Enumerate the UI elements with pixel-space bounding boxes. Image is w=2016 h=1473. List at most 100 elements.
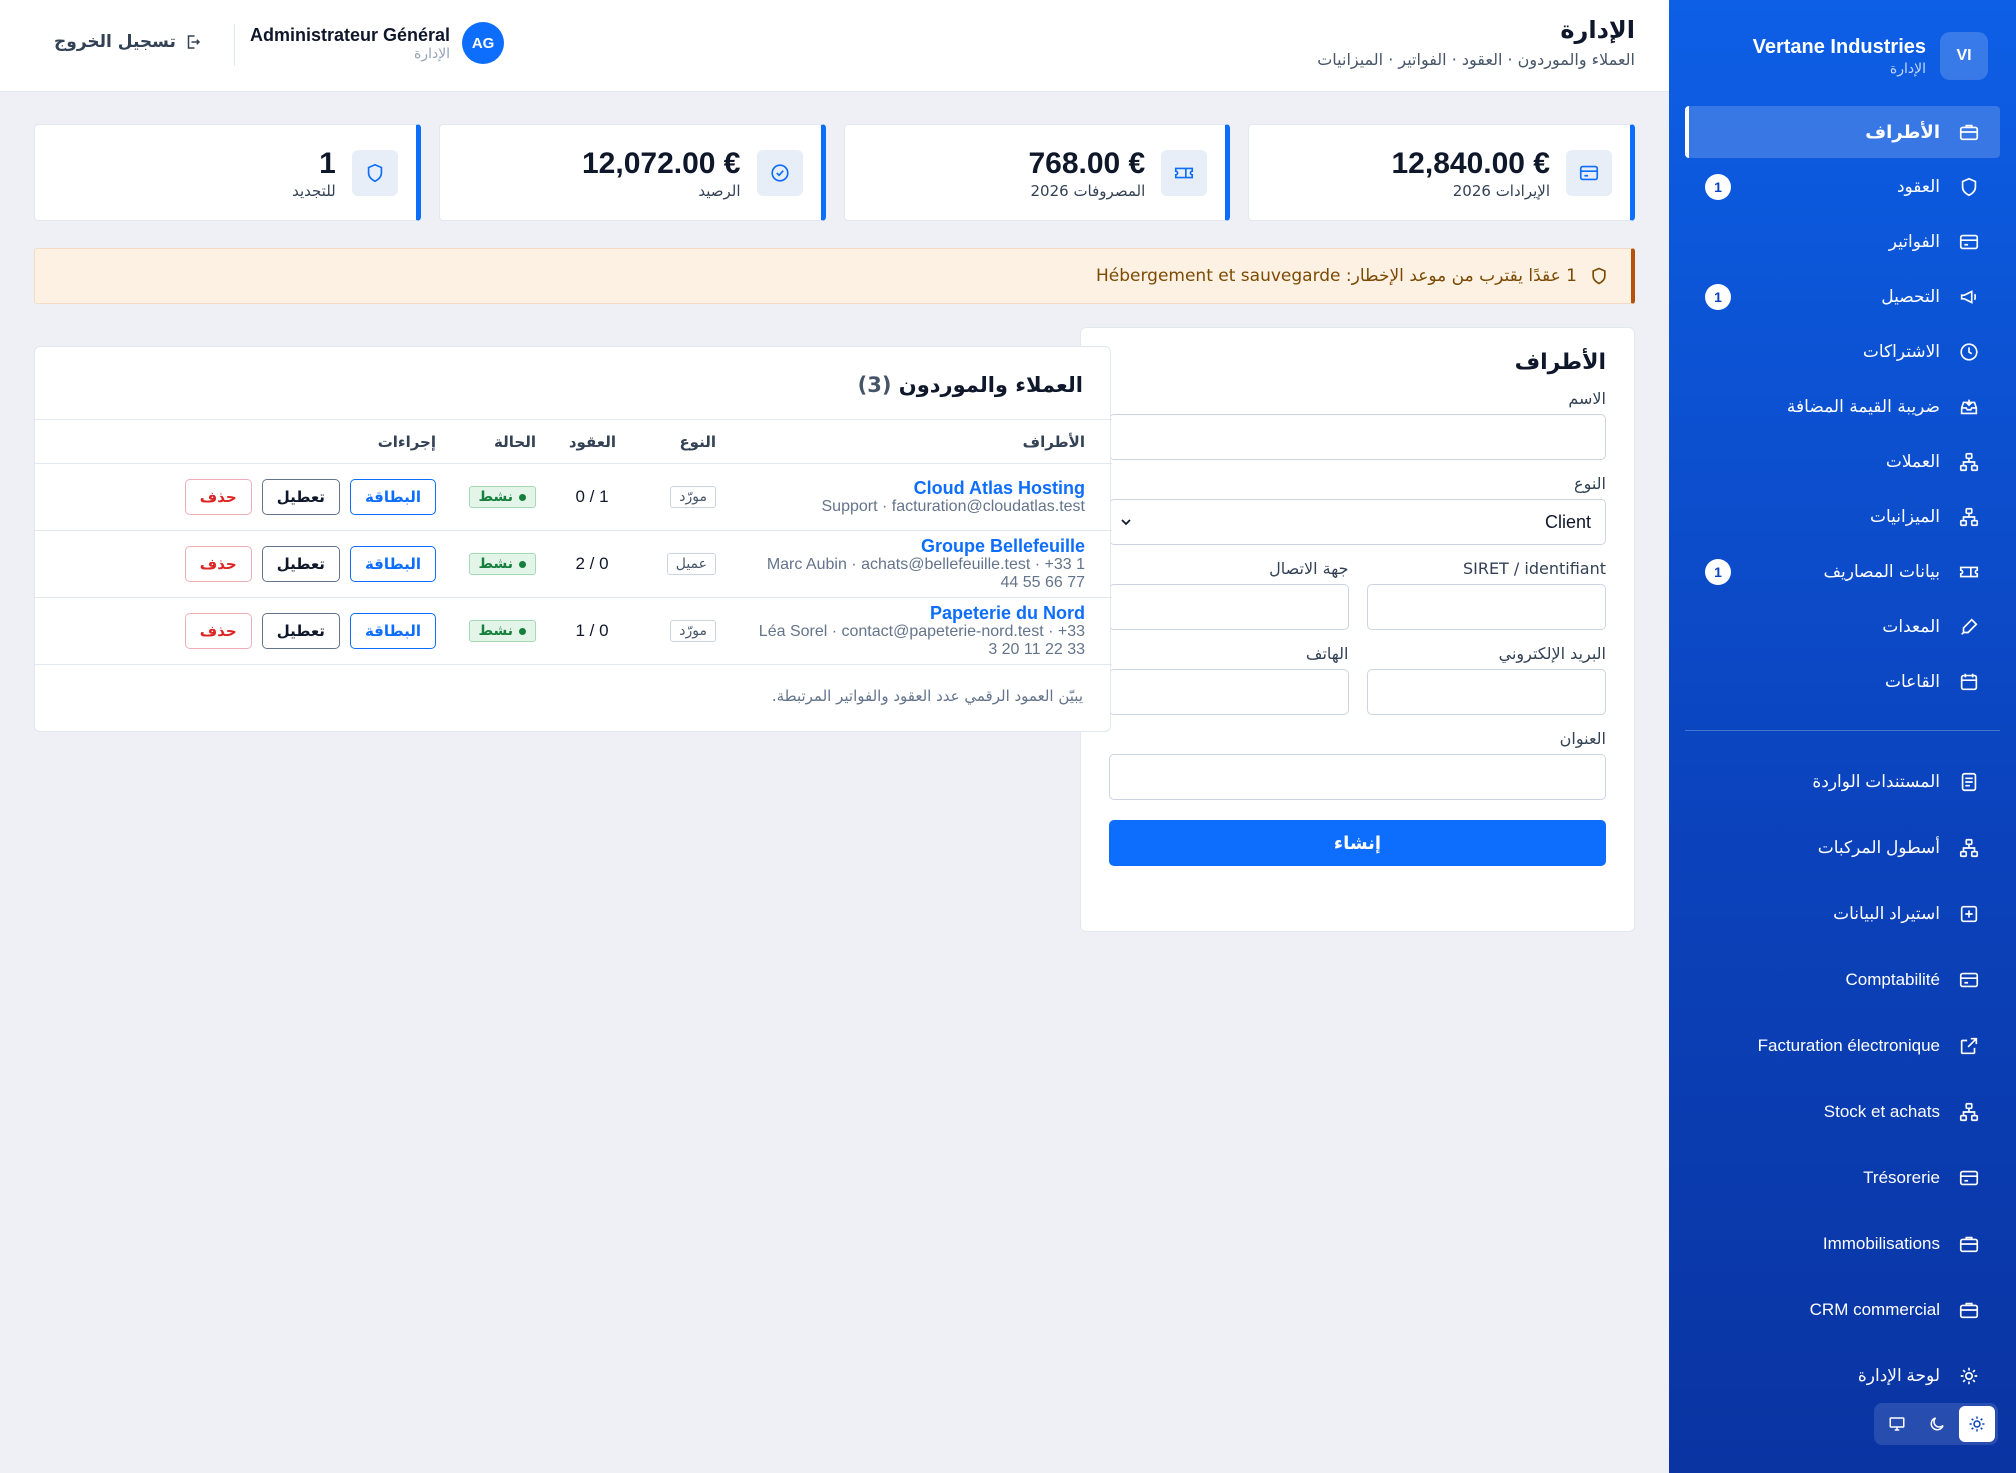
disable-button[interactable]: تعطيل xyxy=(261,546,340,582)
create-button[interactable]: إنشاء xyxy=(1109,820,1606,866)
stat-label: الرصيد xyxy=(698,181,741,200)
type-select[interactable]: Client xyxy=(1109,499,1606,545)
siret-input[interactable] xyxy=(1366,584,1606,630)
sidebar-item-subscriptions[interactable]: الاشتراكات xyxy=(1685,326,2000,378)
header-divider xyxy=(234,24,235,66)
address-label: العنوان xyxy=(1559,729,1606,748)
user-role: الإدارة xyxy=(413,45,451,62)
contact-label: جهة الاتصال xyxy=(1269,559,1349,578)
party-name-link[interactable]: Cloud Atlas Hosting xyxy=(748,478,1085,498)
sidebar-item-fixed-assets[interactable]: Immobilisations xyxy=(1685,1215,2000,1273)
delete-button[interactable]: حذف xyxy=(184,479,252,515)
party-form: الأطراف الاسم النوع Client SIRET / ident… xyxy=(1080,327,1635,932)
breadcrumb: العملاء والموردون · العقود · الفواتير · … xyxy=(1317,50,1635,69)
phone-label: الهاتف xyxy=(1305,644,1349,663)
table-footnote: يبيّن العمود الرقمي عدد العقود والفواتير… xyxy=(771,687,1083,705)
sidebar-item-incoming-docs[interactable]: المستندات الواردة xyxy=(1685,753,2000,811)
card-button[interactable]: البطاقة xyxy=(349,479,436,515)
type-select-value: Client xyxy=(1544,511,1591,532)
avatar: AG xyxy=(462,22,505,64)
network-icon xyxy=(1959,838,1979,858)
stat-cards: € 12,840.00 الإيرادات 2026 € 768.00 المص… xyxy=(34,124,1635,221)
sidebar-item-e-invoicing[interactable]: Facturation électronique xyxy=(1685,1017,2000,1075)
status-badge: نشط xyxy=(468,620,536,643)
brand[interactable]: VI Vertane Industries الإدارة xyxy=(1669,0,2016,84)
party-meta: Support · facturation@cloudatlas.test xyxy=(821,498,1086,515)
shield-icon xyxy=(367,163,382,182)
status-text: نشط xyxy=(478,489,514,506)
sidebar-item-accounting[interactable]: Comptabilité xyxy=(1685,951,2000,1009)
sidebar-item-label: Comptabilité xyxy=(1845,970,1941,989)
sidebar-item-collections[interactable]: التحصيل 1 xyxy=(1685,271,2000,323)
briefcase-icon xyxy=(1959,124,1979,141)
network-icon xyxy=(1959,507,1979,527)
name-label: الاسم xyxy=(1568,389,1606,408)
alert-text: 1 عقدًا يقترب من موعد الإخطار: Hébergeme… xyxy=(1095,266,1577,286)
contact-field: جهة الاتصال xyxy=(1109,559,1349,630)
theme-light-button[interactable] xyxy=(1959,1406,1995,1442)
network-icon xyxy=(1959,452,1979,472)
table-title-text: العملاء والموردون xyxy=(898,373,1083,397)
sidebar-item-import[interactable]: استيراد البيانات xyxy=(1685,885,2000,943)
stat-label: للتجديد xyxy=(292,181,336,200)
address-input[interactable] xyxy=(1109,754,1606,800)
sidebar-item-label: استيراد البيانات xyxy=(1833,904,1940,923)
status-badge: نشط xyxy=(468,553,536,576)
name-input[interactable] xyxy=(1109,414,1606,460)
sidebar-divider xyxy=(1685,730,2000,731)
card-icon xyxy=(1959,1170,1979,1186)
sidebar-item-label: المستندات الواردة xyxy=(1812,772,1940,791)
sidebar-item-vat[interactable]: ضريبة القيمة المضافة xyxy=(1685,381,2000,433)
stat-label: المصروفات 2026 xyxy=(1030,181,1146,200)
sidebar-item-expenses[interactable]: بيانات المصاريف 1 xyxy=(1685,546,2000,598)
card-icon xyxy=(1959,234,1979,250)
sidebar-item-crm[interactable]: CRM commercial xyxy=(1685,1281,2000,1339)
type-tag: عميل xyxy=(666,553,716,575)
brand-name: Vertane Industries xyxy=(1752,36,1926,58)
user-name: Administrateur Général xyxy=(250,24,451,45)
sidebar-item-treasury[interactable]: Trésorerie xyxy=(1685,1149,2000,1207)
sidebar-item-label: التحصيل xyxy=(1881,287,1940,307)
theme-dark-button[interactable] xyxy=(1919,1406,1955,1442)
delete-button[interactable]: حذف xyxy=(184,546,252,582)
sidebar-item-contracts[interactable]: العقود 1 xyxy=(1685,161,2000,213)
card-button[interactable]: البطاقة xyxy=(349,546,436,582)
shield-icon xyxy=(1592,267,1606,285)
sidebar-item-budgets[interactable]: الميزانيات xyxy=(1685,491,2000,543)
delete-button[interactable]: حذف xyxy=(184,613,252,649)
table-count: (3) xyxy=(857,373,892,397)
sidebar-item-parties[interactable]: الأطراف xyxy=(1685,106,2000,158)
briefcase-icon xyxy=(1959,1302,1979,1319)
sidebar-item-fleet[interactable]: أسطول المركبات xyxy=(1685,819,2000,877)
status-dot xyxy=(519,560,526,568)
stat-card-renewal: 1 للتجديد xyxy=(34,124,421,221)
ticket-icon xyxy=(1959,566,1979,578)
top-header: الإدارة العملاء والموردون · العقود · الف… xyxy=(0,0,1669,92)
sidebar-item-equipment[interactable]: المعدات xyxy=(1685,601,2000,653)
disable-button[interactable]: تعطيل xyxy=(261,613,340,649)
status-dot xyxy=(519,493,526,501)
document-icon xyxy=(1961,772,1977,792)
sidebar-item-currencies[interactable]: العملات xyxy=(1685,436,2000,488)
sidebar-item-rooms[interactable]: القاعات xyxy=(1685,656,2000,708)
theme-system-button[interactable] xyxy=(1879,1406,1915,1442)
sidebar-item-label: أسطول المركبات xyxy=(1817,838,1940,857)
type-tag: مورّد xyxy=(670,486,716,508)
contact-input[interactable] xyxy=(1109,584,1349,630)
sidebar-item-admin-panel[interactable]: لوحة الإدارة xyxy=(1685,1347,2000,1405)
user-menu[interactable]: AG Administrateur Général الإدارة xyxy=(250,22,505,64)
gear-icon xyxy=(1960,1367,1978,1385)
status-text: نشط xyxy=(478,556,514,573)
phone-input[interactable] xyxy=(1109,669,1349,715)
disable-button[interactable]: تعطيل xyxy=(261,479,340,515)
sidebar-item-stock[interactable]: Stock et achats xyxy=(1685,1083,2000,1141)
clock-icon xyxy=(1960,343,1978,361)
logout-button[interactable]: تسجيل الخروج xyxy=(54,32,202,52)
sidebar-item-invoices[interactable]: الفواتير xyxy=(1685,216,2000,268)
party-name-link[interactable]: Groupe Bellefeuille xyxy=(748,536,1085,556)
sidebar-nav-secondary: المستندات الواردة أسطول المركبات استيراد… xyxy=(1669,753,2016,1405)
party-name-link[interactable]: Papeterie du Nord xyxy=(748,603,1085,623)
card-button[interactable]: البطاقة xyxy=(349,613,436,649)
email-input[interactable] xyxy=(1366,669,1606,715)
stat-card-expenses: € 768.00 المصروفات 2026 xyxy=(843,124,1231,221)
